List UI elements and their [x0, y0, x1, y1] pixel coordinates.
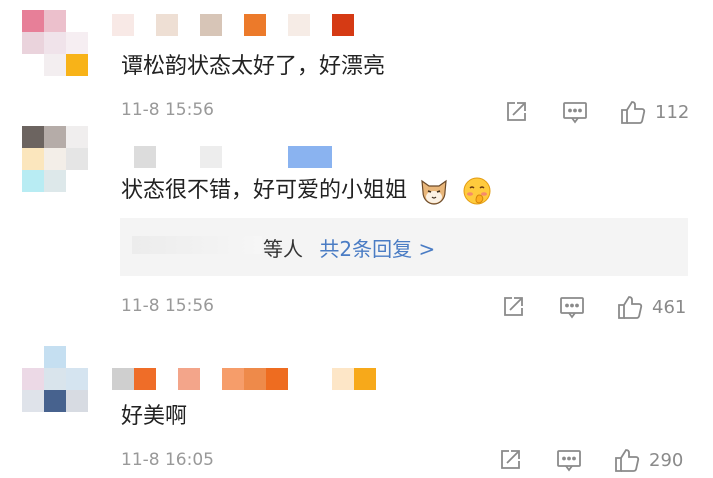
comment-icon [557, 450, 581, 472]
timestamp: 11-8 16:05 [121, 450, 214, 470]
comment-item: 好美啊 11-8 16:05 290 [0, 0, 713, 478]
comment-text: 好美啊 [121, 404, 188, 429]
like-button[interactable]: 290 [613, 447, 683, 473]
avatar[interactable] [22, 346, 88, 412]
like-count: 290 [649, 449, 684, 471]
share-button[interactable] [497, 447, 523, 473]
comment-button[interactable] [555, 447, 583, 473]
share-icon [501, 450, 520, 469]
username[interactable] [112, 368, 376, 390]
thumbs-up-icon [615, 449, 640, 472]
